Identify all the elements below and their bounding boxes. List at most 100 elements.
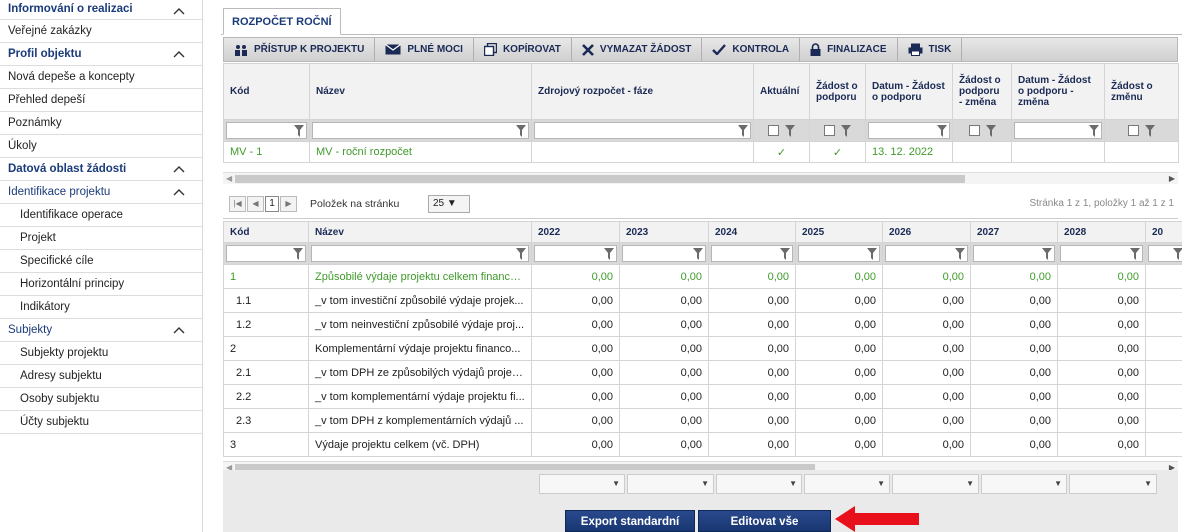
- edit-all-button[interactable]: Editovat vše: [698, 510, 831, 532]
- toolbar-button-p-stup-k-projektu[interactable]: PŘÍSTUP K PROJEKTU: [224, 38, 376, 61]
- pager-current-page[interactable]: 1: [265, 196, 279, 212]
- sidebar-item[interactable]: Adresy subjektu: [0, 365, 202, 388]
- sidebar-item[interactable]: Horizontální principy: [0, 273, 202, 296]
- table-row[interactable]: 3 Výdaje projektu celkem (vč. DPH) 0,00 0,0…: [223, 432, 1182, 457]
- filter-input[interactable]: [1148, 245, 1182, 262]
- filter-input[interactable]: [226, 122, 307, 139]
- filter-icon[interactable]: [985, 124, 996, 137]
- table-row[interactable]: 1.2 _v tom neinvestiční způsobilé výdaje …: [223, 312, 1182, 337]
- sidebar-item[interactable]: Úkoly: [0, 135, 202, 158]
- total-select[interactable]: ▼: [627, 474, 714, 494]
- toolbar-button-kontrola[interactable]: KONTROLA: [702, 38, 801, 61]
- filter-checkbox[interactable]: [1128, 125, 1139, 136]
- filter-icon[interactable]: [1173, 248, 1182, 260]
- export-standard-button[interactable]: Export standardní: [565, 510, 695, 532]
- sidebar-item[interactable]: Subjekty: [0, 319, 202, 342]
- column-header[interactable]: 2027: [970, 221, 1058, 243]
- filter-icon[interactable]: [1145, 124, 1155, 137]
- filter-icon[interactable]: [516, 125, 526, 137]
- filter-checkbox[interactable]: [824, 125, 835, 136]
- sidebar-item[interactable]: Identifikace projektu: [0, 181, 202, 204]
- column-header[interactable]: 2024: [708, 221, 796, 243]
- sidebar-item[interactable]: Profil objektu: [0, 43, 202, 66]
- sidebar-item[interactable]: Veřejné zakázky: [0, 20, 202, 43]
- table-row[interactable]: 2.3 _v tom DPH z komplementárních výdajů …: [223, 408, 1182, 433]
- toolbar-button-tisk[interactable]: TISK: [898, 38, 963, 61]
- filter-icon[interactable]: [780, 248, 790, 260]
- chevron-up-icon[interactable]: [172, 162, 186, 176]
- pager-next-button[interactable]: ▶: [280, 196, 297, 212]
- sidebar-item[interactable]: Nová depeše a koncepty: [0, 66, 202, 89]
- column-header[interactable]: Žádost o podporu - změna: [952, 63, 1012, 120]
- filter-input[interactable]: [1014, 122, 1102, 139]
- column-header[interactable]: Zdrojový rozpočet - fáze: [531, 63, 754, 120]
- filter-input[interactable]: [534, 122, 751, 139]
- column-header[interactable]: Datum - Žádost o podporu - změna: [1011, 63, 1105, 120]
- filter-checkbox[interactable]: [768, 125, 779, 136]
- filter-input[interactable]: [622, 245, 706, 262]
- horizontal-scrollbar[interactable]: ◀ ▶: [223, 172, 1178, 184]
- column-header[interactable]: 20: [1145, 221, 1182, 243]
- sidebar-item[interactable]: Subjekty projektu: [0, 342, 202, 365]
- chevron-up-icon[interactable]: [172, 323, 186, 337]
- sidebar-item[interactable]: Datová oblast žádosti: [0, 158, 202, 181]
- sidebar-item[interactable]: Specifické cíle: [0, 250, 202, 273]
- filter-icon[interactable]: [693, 248, 703, 260]
- column-header[interactable]: Datum - Žádost o podporu: [865, 63, 953, 120]
- column-header[interactable]: Žádost o změnu: [1104, 63, 1179, 120]
- total-select[interactable]: ▼: [539, 474, 625, 494]
- tab-rozpocet-rocni[interactable]: ROZPOČET ROČNÍ: [223, 8, 341, 35]
- filter-icon[interactable]: [1042, 248, 1052, 260]
- filter-icon[interactable]: [1089, 125, 1099, 137]
- column-header[interactable]: 2023: [619, 221, 709, 243]
- column-header[interactable]: 2028: [1057, 221, 1146, 243]
- filter-input[interactable]: [1060, 245, 1143, 262]
- column-header[interactable]: Aktuální: [753, 63, 810, 120]
- filter-icon[interactable]: [1130, 248, 1140, 260]
- column-header[interactable]: Kód: [223, 221, 309, 243]
- table-row[interactable]: 1.1 _v tom investiční způsobilé výdaje pr…: [223, 288, 1182, 313]
- total-select[interactable]: ▼: [716, 474, 802, 494]
- filter-input[interactable]: [885, 245, 968, 262]
- chevron-up-icon[interactable]: [172, 4, 186, 18]
- column-header[interactable]: Žádost o podporu: [809, 63, 866, 120]
- filter-icon[interactable]: [867, 248, 877, 260]
- column-header[interactable]: 2025: [795, 221, 883, 243]
- filter-checkbox[interactable]: [968, 125, 980, 136]
- toolbar-button-kop-rovat[interactable]: KOPÍROVAT: [474, 38, 572, 61]
- table-row[interactable]: 2.1 _v tom DPH ze způsobilých výdajů proj…: [223, 360, 1182, 385]
- column-header[interactable]: Název: [309, 63, 532, 120]
- toolbar-button-vymazat-dost[interactable]: VYMAZAT ŽÁDOST: [572, 38, 703, 61]
- filter-icon[interactable]: [955, 248, 965, 260]
- toolbar-button-finalizace[interactable]: FINALIZACE: [800, 38, 898, 61]
- sidebar-item[interactable]: Informování o realizaci: [0, 0, 202, 20]
- pager-prev-button[interactable]: ◀: [247, 196, 264, 212]
- filter-icon[interactable]: [785, 124, 795, 137]
- sidebar-item[interactable]: Přehled depeší: [0, 89, 202, 112]
- filter-input[interactable]: [226, 245, 306, 262]
- table-row[interactable]: 1 Způsobilé výdaje projektu celkem financ…: [223, 264, 1182, 289]
- sidebar-item[interactable]: Identifikace operace: [0, 204, 202, 227]
- sidebar-item[interactable]: Indikátory: [0, 296, 202, 319]
- column-header[interactable]: 2026: [882, 221, 971, 243]
- filter-input[interactable]: [798, 245, 880, 262]
- filter-input[interactable]: [312, 122, 529, 139]
- toolbar-button-pln-moci[interactable]: PLNÉ MOCI: [375, 38, 474, 61]
- filter-icon[interactable]: [738, 125, 748, 137]
- sidebar-item[interactable]: Účty subjektu: [0, 411, 202, 434]
- page-size-select[interactable]: 25 ▼: [428, 195, 470, 213]
- column-header[interactable]: Název: [308, 221, 532, 243]
- filter-input[interactable]: [973, 245, 1055, 262]
- table-row[interactable]: MV - 1 MV - roční rozpočet ✓ ✓ 13. 12. 2022: [223, 141, 1179, 163]
- column-header[interactable]: 2022: [531, 221, 620, 243]
- total-select[interactable]: ▼: [804, 474, 890, 494]
- column-header[interactable]: Kód: [223, 63, 310, 120]
- chevron-up-icon[interactable]: [172, 185, 186, 199]
- total-select[interactable]: ▼: [1069, 474, 1157, 494]
- filter-icon[interactable]: [604, 248, 614, 260]
- filter-input[interactable]: [868, 122, 950, 139]
- table-row[interactable]: 2.2 _v tom komplementární výdaje projektu…: [223, 384, 1182, 409]
- sidebar-item[interactable]: Projekt: [0, 227, 202, 250]
- filter-input[interactable]: [311, 245, 529, 262]
- pager-first-button[interactable]: |◀: [229, 196, 246, 212]
